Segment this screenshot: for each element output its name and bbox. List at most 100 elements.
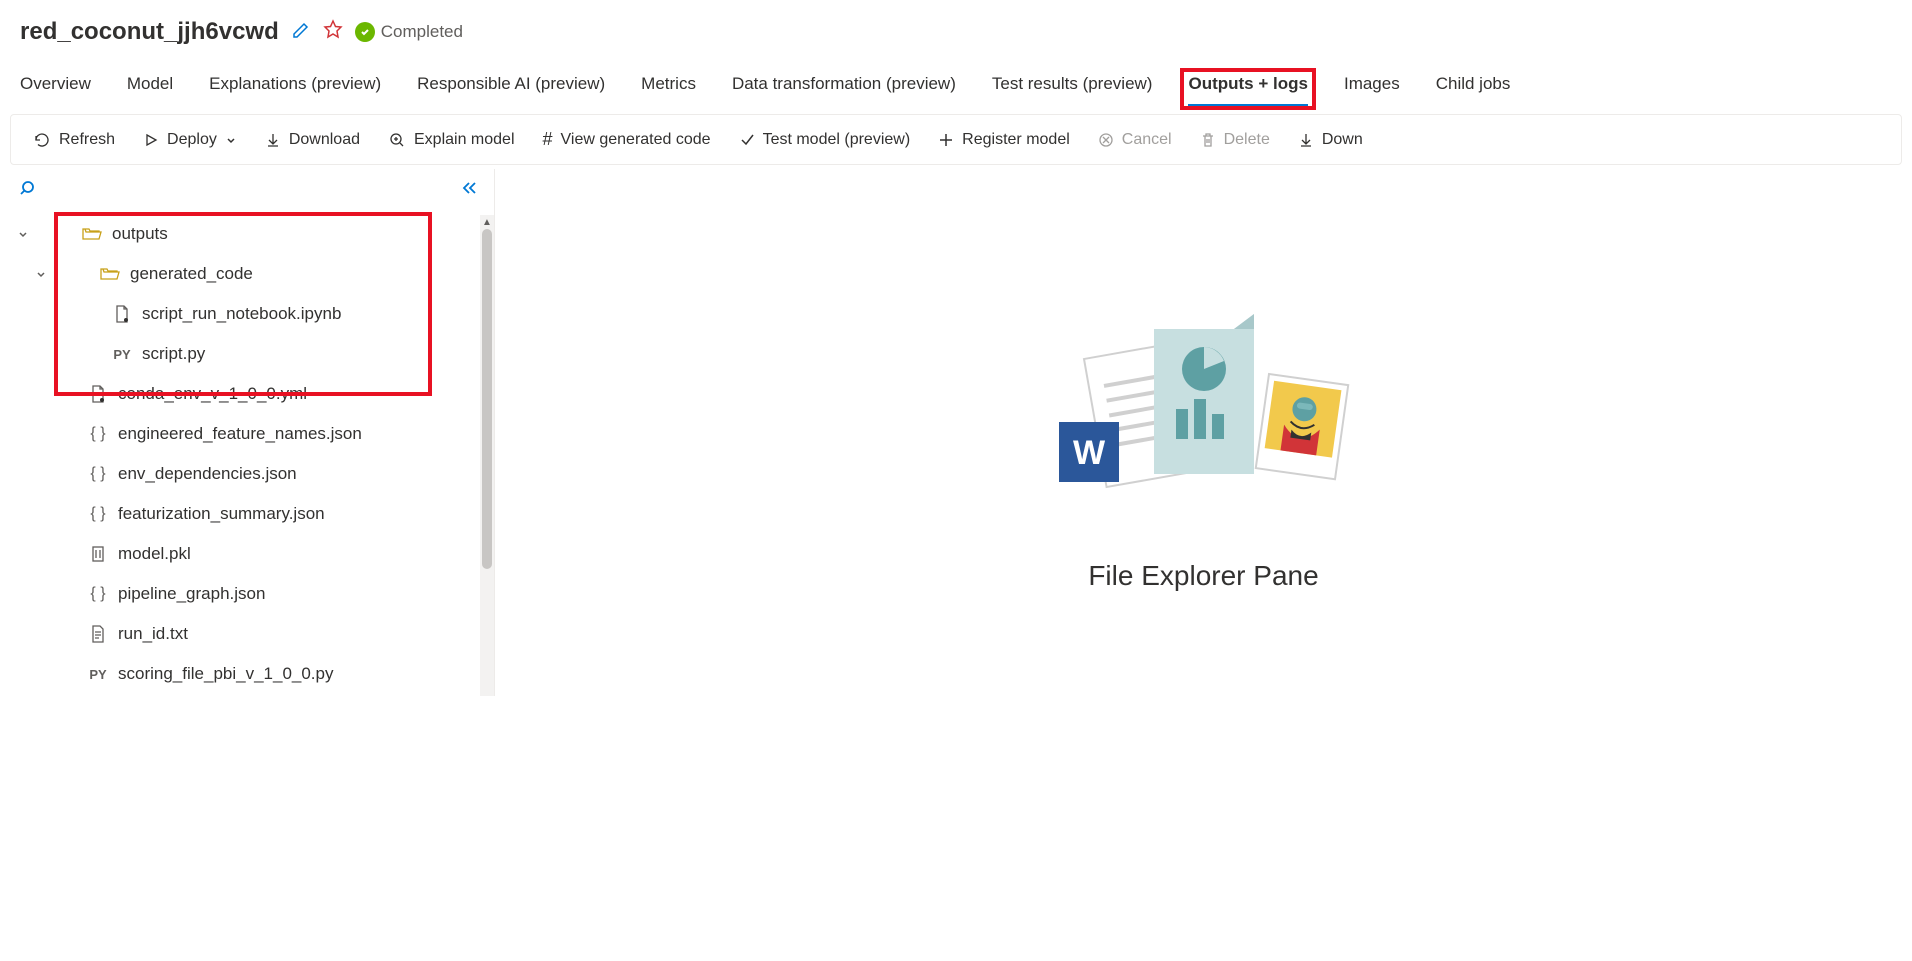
file-explorer-illustration: W	[1044, 314, 1364, 524]
download-icon	[265, 132, 281, 148]
tree-folder-generated-code[interactable]: generated_code	[0, 254, 494, 294]
chevron-down-icon	[225, 134, 237, 146]
tab-responsible-ai[interactable]: Responsible AI (preview)	[417, 74, 605, 108]
trash-icon	[1200, 132, 1216, 148]
hash-icon: #	[543, 129, 553, 150]
tree-file-pipeline-graph[interactable]: { } pipeline_graph.json	[0, 574, 494, 614]
deploy-button[interactable]: Deploy	[143, 131, 237, 149]
content-area: outputs generated_code	[0, 169, 1912, 696]
tabs-bar: Overview Model Explanations (preview) Re…	[0, 56, 1912, 108]
status-text: Completed	[381, 22, 463, 42]
check-icon	[739, 132, 755, 148]
tab-explanations[interactable]: Explanations (preview)	[209, 74, 381, 108]
scrollbar-up-arrow[interactable]: ▲	[480, 215, 494, 229]
refresh-icon	[33, 131, 51, 149]
explain-model-button[interactable]: Explain model	[388, 131, 515, 149]
py-file-icon: PY	[88, 667, 108, 682]
collapse-icon[interactable]	[460, 179, 480, 202]
tab-data-transformation[interactable]: Data transformation (preview)	[732, 74, 956, 108]
folder-open-icon	[82, 226, 102, 242]
folder-open-icon	[100, 266, 120, 282]
register-label: Register model	[962, 131, 1070, 149]
tab-test-results[interactable]: Test results (preview)	[992, 74, 1153, 108]
chevron-down-icon[interactable]	[34, 268, 48, 280]
test-model-button[interactable]: Test model (preview)	[739, 131, 911, 149]
tree-label: pipeline_graph.json	[118, 584, 265, 604]
status-badge: Completed	[355, 22, 463, 42]
tree-file-featurization-summary[interactable]: { } featurization_summary.json	[0, 494, 494, 534]
down-label: Down	[1322, 131, 1363, 149]
play-icon	[143, 132, 159, 148]
tree-folder-outputs[interactable]: outputs	[0, 214, 494, 254]
tree-label: run_id.txt	[118, 624, 188, 644]
tree-label: engineered_feature_names.json	[118, 424, 362, 444]
download-icon-2	[1298, 132, 1314, 148]
tree-label: env_dependencies.json	[118, 464, 297, 484]
file-icon	[112, 305, 132, 323]
tree-label: featurization_summary.json	[118, 504, 325, 524]
viewcode-label: View generated code	[561, 131, 711, 149]
file-icon	[88, 385, 108, 403]
delete-label: Delete	[1224, 131, 1270, 149]
tree-file-engineered-features[interactable]: { } engineered_feature_names.json	[0, 414, 494, 454]
svg-text:W: W	[1072, 434, 1105, 472]
testmodel-label: Test model (preview)	[763, 131, 911, 149]
register-model-button[interactable]: Register model	[938, 131, 1070, 149]
refresh-button[interactable]: Refresh	[33, 131, 115, 149]
tab-child-jobs[interactable]: Child jobs	[1436, 74, 1511, 108]
main-pane-title: File Explorer Pane	[1088, 560, 1318, 592]
tab-overview[interactable]: Overview	[20, 74, 91, 108]
tree-file-scoring-file[interactable]: PY scoring_file_pbi_v_1_0_0.py	[0, 654, 494, 694]
favorite-star-icon[interactable]	[323, 19, 343, 45]
plus-icon	[938, 132, 954, 148]
cancel-icon	[1098, 132, 1114, 148]
zoom-icon	[388, 131, 406, 149]
tree-label: conda_env_v_1_0_0.yml	[118, 384, 307, 404]
down-button[interactable]: Down	[1298, 131, 1363, 149]
file-tree-sidebar: outputs generated_code	[0, 169, 495, 696]
json-file-icon: { }	[88, 425, 108, 443]
tree-label: generated_code	[130, 264, 253, 284]
tree-file-env-dependencies[interactable]: { } env_dependencies.json	[0, 454, 494, 494]
json-file-icon: { }	[88, 465, 108, 483]
json-file-icon: { }	[88, 585, 108, 603]
download-button[interactable]: Download	[265, 131, 360, 149]
tree-file-conda-env[interactable]: conda_env_v_1_0_0.yml	[0, 374, 494, 414]
tree-label: outputs	[112, 224, 168, 244]
view-generated-code-button[interactable]: # View generated code	[543, 129, 711, 150]
tree-label: script_run_notebook.ipynb	[142, 304, 341, 324]
main-pane: W File Explorer Pane	[495, 169, 1912, 696]
tree-label: model.pkl	[118, 544, 191, 564]
refresh-label: Refresh	[59, 131, 115, 149]
sidebar-header	[0, 173, 494, 212]
tree-label: scoring_file_pbi_v_1_0_0.py	[118, 664, 334, 684]
search-icon[interactable]	[20, 179, 38, 202]
tab-outputs-logs[interactable]: Outputs + logs	[1182, 70, 1313, 108]
tree-file-run-id[interactable]: run_id.txt	[0, 614, 494, 654]
status-check-icon	[355, 22, 375, 42]
binary-file-icon	[88, 545, 108, 563]
edit-icon[interactable]	[291, 20, 311, 45]
deploy-label: Deploy	[167, 131, 217, 149]
json-file-icon: { }	[88, 505, 108, 523]
cancel-label: Cancel	[1122, 131, 1172, 149]
page-header: red_coconut_jjh6vcwd Completed	[0, 0, 1912, 56]
tab-images[interactable]: Images	[1344, 74, 1400, 108]
delete-button: Delete	[1200, 131, 1270, 149]
page-title: red_coconut_jjh6vcwd	[20, 18, 279, 46]
py-file-icon: PY	[112, 347, 132, 362]
tree-file-notebook[interactable]: script_run_notebook.ipynb	[0, 294, 494, 334]
scrollbar-track[interactable]: ▲	[480, 215, 494, 696]
scrollbar-thumb[interactable]	[482, 229, 492, 569]
text-file-icon	[88, 625, 108, 643]
toolbar: Refresh Deploy Download Expla	[10, 114, 1902, 165]
tree-file-model-pkl[interactable]: model.pkl	[0, 534, 494, 574]
chevron-down-icon[interactable]	[16, 228, 30, 240]
download-label: Download	[289, 131, 360, 149]
tree-label: script.py	[142, 344, 205, 364]
cancel-button: Cancel	[1098, 131, 1172, 149]
explain-label: Explain model	[414, 131, 515, 149]
tree-file-script-py[interactable]: PY script.py	[0, 334, 494, 374]
tab-model[interactable]: Model	[127, 74, 173, 108]
tab-metrics[interactable]: Metrics	[641, 74, 696, 108]
